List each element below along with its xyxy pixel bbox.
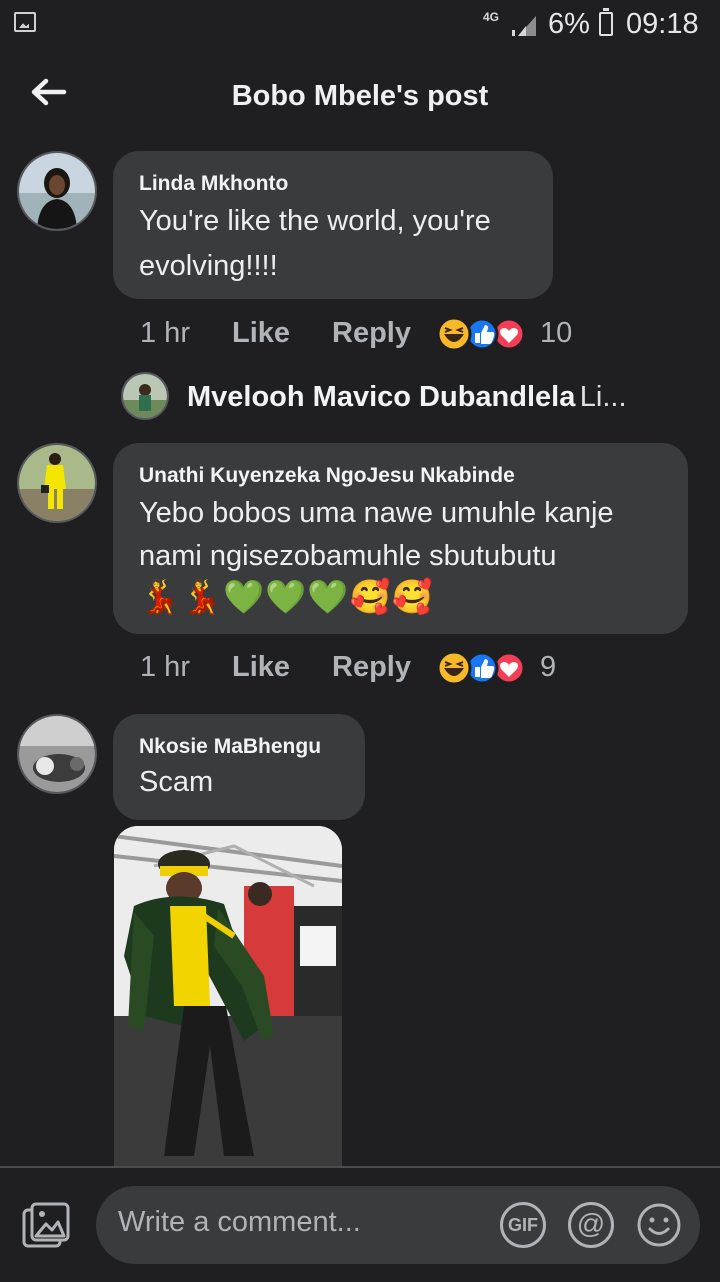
comment-bubble[interactable]: Unathi Kuyenzeka NgoJesu Nkabinde Yebo b… [113,443,688,634]
comment-text-line: You're like the world, you're [139,205,491,237]
battery-percent: 6% [548,8,590,40]
comment-bubble[interactable]: Linda Mkhonto You're like the world, you… [113,151,553,299]
comment-text-line: nami ngisezobamuhle sbutubutu [139,540,557,572]
clock: 09:18 [626,8,699,40]
gallery-notification-icon [14,12,36,32]
comment-text-line: evolving!!!! [139,250,278,282]
photo-gallery-icon[interactable] [22,1202,70,1248]
mention-button[interactable]: @ [568,1202,614,1248]
avatar[interactable] [17,151,97,231]
comment-input[interactable]: Write a comment... GIF @ [96,1186,700,1264]
comment-bubble[interactable]: Nkosie MaBhengu Scam [113,714,365,820]
gif-button[interactable]: GIF [500,1202,546,1248]
comment-text-line: Yebo bobos uma nawe umuhle kanje [139,497,614,529]
reply-preview[interactable]: Mvelooh Mavico Dubandlela Li... [187,381,627,414]
avatar[interactable] [17,443,97,523]
battery-icon [599,8,613,36]
like-button[interactable]: Like [232,317,290,350]
comment-author[interactable]: Nkosie MaBhengu [139,735,321,759]
comment-emojis: 💃💃💚💚💚🥰🥰 [139,578,434,615]
comment-author[interactable]: Linda Mkhonto [139,172,288,196]
reply-button[interactable]: Reply [332,651,411,684]
comment-time: 1 hr [140,317,190,349]
page-title: Bobo Mbele's post [231,80,489,112]
reaction-count: 10 [540,317,573,349]
reply-author[interactable]: Mvelooh Mavico Dubandlela [187,381,575,413]
signal-icon [512,16,536,36]
emoji-icon[interactable] [636,1202,682,1248]
avatar[interactable] [17,714,97,794]
comment-text-line: Scam [139,766,214,798]
reactions-icon[interactable] [436,650,526,686]
reply-button[interactable]: Reply [332,317,411,350]
reactions-icon[interactable] [436,316,526,352]
reaction-count: 9 [540,651,557,683]
comment-author[interactable]: Unathi Kuyenzeka NgoJesu Nkabinde [139,464,515,488]
comment-attached-photo[interactable] [114,826,342,1176]
status-bar: 4G 6% 09:18 [0,0,720,50]
like-button[interactable]: Like [232,651,290,684]
comment-time: 1 hr [140,651,190,683]
reply-avatar[interactable] [121,372,169,420]
reply-snippet: Li... [579,381,627,413]
network-indicator: 4G [483,10,500,24]
comment-input-placeholder[interactable]: Write a comment... [118,1206,361,1239]
